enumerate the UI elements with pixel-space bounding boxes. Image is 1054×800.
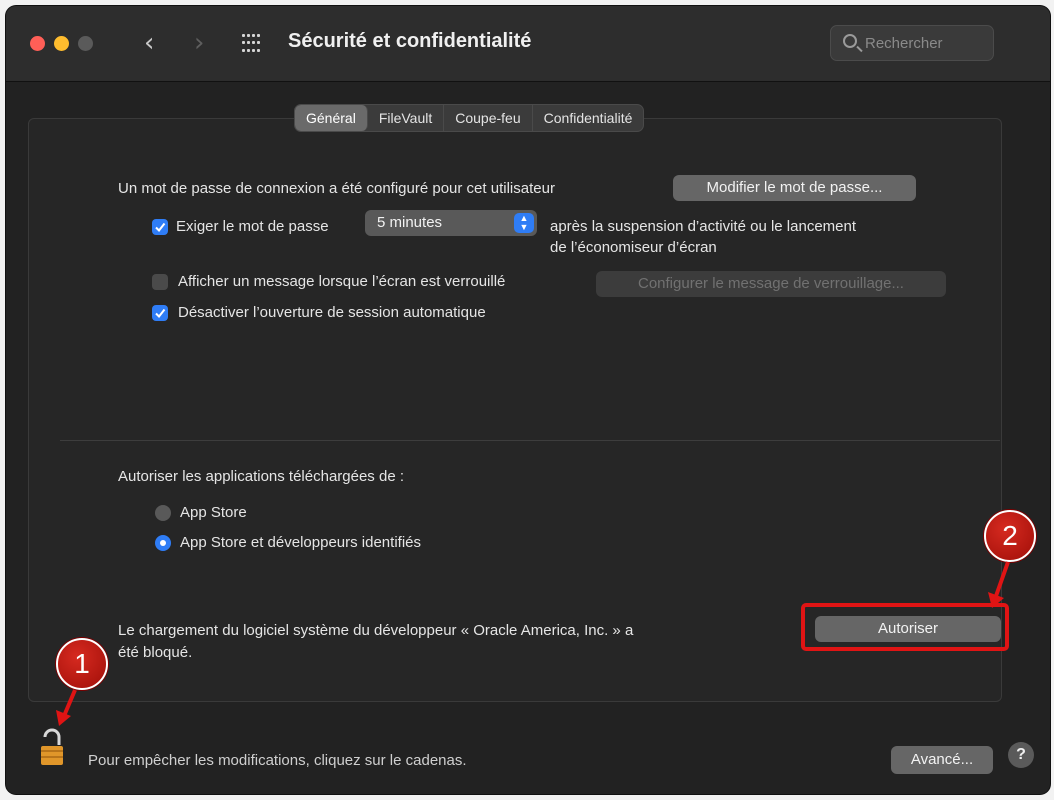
title-bar: ‹ › Sécurité et confidentialité bbox=[6, 6, 1050, 82]
allow-downloads-heading: Autoriser les applications téléchargées … bbox=[118, 468, 404, 485]
help-icon[interactable]: ? bbox=[1008, 742, 1034, 768]
search-icon bbox=[843, 34, 857, 48]
disable-auto-login-label: Désactiver l’ouverture de session automa… bbox=[178, 304, 486, 321]
forward-arrow-icon[interactable]: › bbox=[194, 28, 204, 58]
select-stepper-icon: ▲ ▼ bbox=[514, 213, 534, 233]
require-password-checkbox[interactable] bbox=[152, 219, 168, 235]
checkmark-icon bbox=[155, 308, 166, 319]
require-password-suffix-line2: de l’économiseur d’écran bbox=[550, 239, 717, 256]
annotation-badge-2: 2 bbox=[984, 510, 1036, 562]
radio-app-store-identified[interactable] bbox=[155, 535, 171, 551]
advanced-button[interactable]: Avancé... bbox=[891, 746, 993, 774]
password-configured-text: Un mot de passe de connexion a été confi… bbox=[118, 180, 555, 197]
tab-general[interactable]: Général bbox=[295, 105, 368, 131]
minimize-window-button[interactable] bbox=[54, 36, 69, 51]
padlock-icon[interactable] bbox=[40, 728, 64, 766]
search-field[interactable] bbox=[830, 25, 994, 61]
show-all-grid-icon[interactable] bbox=[242, 34, 262, 54]
annotation-arrow-1 bbox=[56, 689, 77, 726]
zoom-window-button[interactable] bbox=[78, 36, 93, 51]
disable-auto-login-checkbox[interactable] bbox=[152, 305, 168, 321]
tab-filevault[interactable]: FileVault bbox=[368, 105, 445, 131]
tab-firewall[interactable]: Coupe-feu bbox=[444, 105, 533, 131]
require-password-suffix-line1: après la suspension d’activité ou le lan… bbox=[550, 218, 857, 235]
window-title: Sécurité et confidentialité bbox=[288, 30, 532, 52]
radio-app-store-label: App Store bbox=[180, 504, 247, 521]
set-lock-message-button[interactable]: Configurer le message de verrouillage... bbox=[596, 271, 946, 297]
blocked-message-line1: Le chargement du logiciel système du dév… bbox=[118, 622, 634, 639]
back-arrow-icon[interactable]: ‹ bbox=[144, 28, 154, 58]
password-delay-value: 5 minutes bbox=[377, 214, 443, 231]
section-divider bbox=[60, 440, 1000, 441]
close-window-button[interactable] bbox=[30, 36, 45, 51]
radio-app-store[interactable] bbox=[155, 505, 171, 521]
annotation-highlight-box bbox=[801, 603, 1009, 651]
password-delay-select[interactable]: 5 minutes ▲ ▼ bbox=[365, 210, 537, 236]
show-message-checkbox[interactable] bbox=[152, 274, 168, 290]
search-input[interactable] bbox=[865, 32, 985, 54]
annotation-badge-1: 1 bbox=[56, 638, 108, 690]
change-password-button[interactable]: Modifier le mot de passe... bbox=[673, 175, 916, 201]
annotation-arrow-2 bbox=[988, 561, 1010, 608]
require-password-label: Exiger le mot de passe bbox=[176, 218, 329, 235]
blocked-message-line2: été bloqué. bbox=[118, 644, 193, 661]
tab-bar: Général FileVault Coupe-feu Confidential… bbox=[294, 104, 645, 132]
checkmark-icon bbox=[155, 222, 166, 233]
show-message-label: Afficher un message lorsque l’écran est … bbox=[178, 273, 506, 290]
lock-hint-text: Pour empêcher les modifications, cliquez… bbox=[88, 752, 467, 769]
tab-privacy[interactable]: Confidentialité bbox=[533, 105, 644, 131]
radio-app-store-identified-label: App Store et développeurs identifiés bbox=[180, 534, 421, 551]
